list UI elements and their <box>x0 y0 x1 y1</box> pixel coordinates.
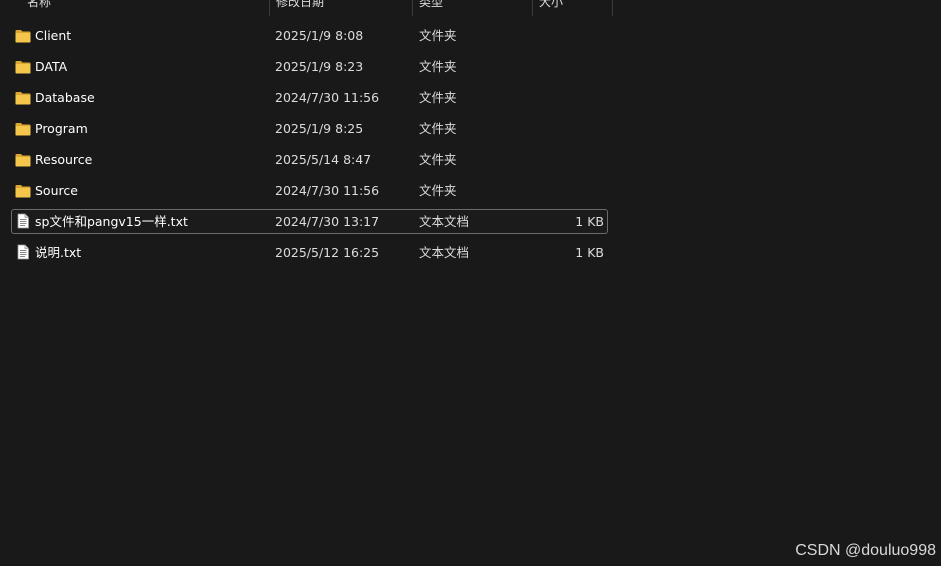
file-row[interactable]: sp文件和pangv15一样.txt 2024/7/30 13:17 文本文档 1 K… <box>11 209 608 234</box>
folder-icon <box>15 28 31 43</box>
file-modified-date: 2025/1/9 8:25 <box>275 121 364 136</box>
file-row[interactable]: Source 2024/7/30 11:56 文件夹 <box>11 178 608 203</box>
folder-icon <box>15 152 31 167</box>
column-divider[interactable] <box>412 0 413 16</box>
file-modified-date: 2024/7/30 11:56 <box>275 183 380 198</box>
file-type: 文件夹 <box>419 183 457 198</box>
column-type-header[interactable]: 类型 <box>419 0 443 10</box>
file-row[interactable]: Database 2024/7/30 11:56 文件夹 <box>11 85 608 110</box>
column-divider[interactable] <box>612 0 613 16</box>
file-name: Database <box>35 90 95 105</box>
column-size-header[interactable]: 大小 <box>539 0 563 10</box>
file-name: sp文件和pangv15一样.txt <box>35 214 188 229</box>
folder-icon <box>15 59 31 74</box>
file-type: 文本文档 <box>419 245 470 260</box>
file-row[interactable]: DATA 2025/1/9 8:23 文件夹 <box>11 54 608 79</box>
file-type: 文件夹 <box>419 59 457 74</box>
file-modified-date: 2024/7/30 13:17 <box>275 214 380 229</box>
file-type: 文件夹 <box>419 121 457 136</box>
file-row[interactable]: Program 2025/1/9 8:25 文件夹 <box>11 116 608 141</box>
file-modified-date: 2024/7/30 11:56 <box>275 90 380 105</box>
file-name: 说明.txt <box>35 245 82 260</box>
file-modified-date: 2025/1/9 8:23 <box>275 59 364 74</box>
file-modified-date: 2025/1/9 8:08 <box>275 28 364 43</box>
column-header: 名称 修改日期 类型 大小 <box>0 0 941 16</box>
file-type: 文本文档 <box>419 214 470 229</box>
file-type: 文件夹 <box>419 90 457 105</box>
text-file-icon <box>15 213 31 229</box>
column-date-header[interactable]: 修改日期 <box>276 0 324 10</box>
file-modified-date: 2025/5/14 8:47 <box>275 152 372 167</box>
file-row[interactable]: 说明.txt 2025/5/12 16:25 文本文档 1 KB <box>11 240 608 265</box>
file-type: 文件夹 <box>419 28 457 43</box>
file-name: DATA <box>35 59 68 74</box>
file-name: Program <box>35 121 88 136</box>
column-name-header[interactable]: 名称 <box>27 0 51 10</box>
file-type: 文件夹 <box>419 152 457 167</box>
file-name: Resource <box>35 152 93 167</box>
column-divider[interactable] <box>532 0 533 16</box>
file-size: 1 KB <box>575 214 604 229</box>
watermark: CSDN @douluo998 <box>795 542 936 559</box>
folder-icon <box>15 183 31 198</box>
file-row[interactable]: Client 2025/1/9 8:08 文件夹 <box>11 23 608 48</box>
column-divider[interactable] <box>269 0 270 16</box>
folder-icon <box>15 90 31 105</box>
file-row[interactable]: Resource 2025/5/14 8:47 文件夹 <box>11 147 608 172</box>
file-size: 1 KB <box>575 245 604 260</box>
file-name: Client <box>35 28 72 43</box>
file-modified-date: 2025/5/12 16:25 <box>275 245 380 260</box>
folder-icon <box>15 121 31 136</box>
text-file-icon <box>15 244 31 260</box>
file-name: Source <box>35 183 78 198</box>
